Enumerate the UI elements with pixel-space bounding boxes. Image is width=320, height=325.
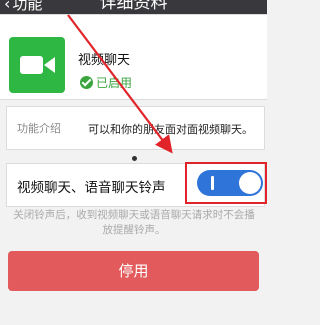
ringtone-label: 视频聊天、语音聊天铃声	[17, 180, 166, 196]
top-bar: ‹ 功能 详细资料	[0, 0, 267, 14]
highlight-box	[185, 162, 267, 204]
status-text: 已启用	[96, 76, 133, 90]
ringtone-hint: 关闭铃声后，收到视频聊天或语音聊天请求时不会播放提醒铃声。	[13, 209, 255, 236]
page-title: 详细资料	[99, 0, 168, 13]
video-camera-icon	[9, 37, 65, 93]
divider-dot	[132, 156, 137, 161]
disable-button[interactable]: 停用	[8, 251, 259, 291]
intro-label: 功能介绍	[17, 122, 61, 135]
status-badge: 已启用	[80, 74, 132, 91]
app-name: 视频聊天	[78, 53, 131, 68]
intro-row: 功能介绍 可以和你的朋友面对面视频聊天。	[6, 106, 265, 150]
app-header-card: 视频聊天 已启用	[0, 14, 267, 100]
check-circle-icon	[80, 76, 93, 89]
intro-text: 可以和你的朋友面对面视频聊天。	[88, 123, 253, 136]
